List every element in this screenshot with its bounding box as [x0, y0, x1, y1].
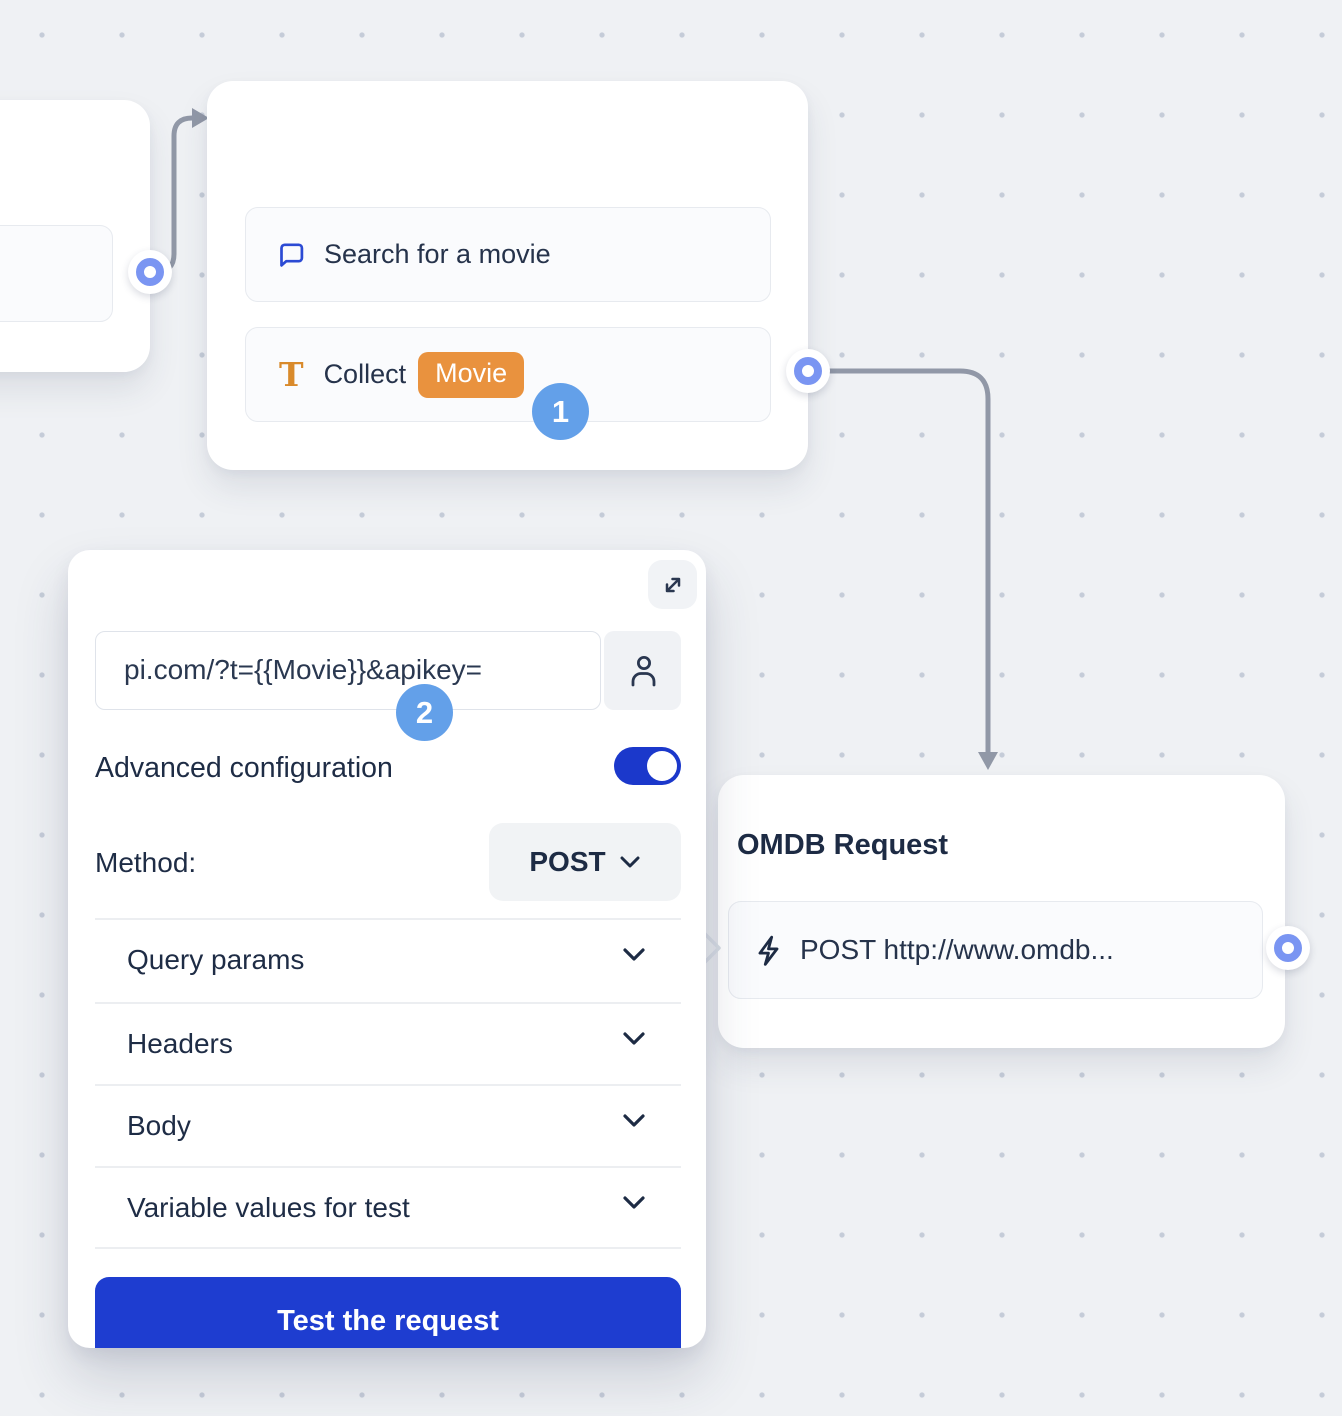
section-label: Body — [127, 1106, 191, 1146]
divider — [95, 1247, 681, 1249]
section-variable-values[interactable]: Variable values for test — [95, 1167, 681, 1249]
omdb-node-output-port[interactable] — [1266, 926, 1310, 970]
user-variable-button[interactable] — [604, 631, 681, 710]
text-input-icon: T — [279, 355, 304, 394]
previous-node-item[interactable] — [0, 225, 113, 322]
section-query-params[interactable]: Query params — [95, 919, 681, 1001]
connector-movie-to-omdb — [826, 371, 988, 753]
advanced-config-label: Advanced configuration — [95, 748, 393, 788]
message-block[interactable]: Search for a movie — [245, 207, 771, 302]
node-title: OMDB Request — [737, 825, 948, 865]
port-ring-icon — [136, 258, 164, 286]
section-label: Query params — [127, 940, 304, 980]
section-label: Variable values for test — [127, 1188, 410, 1228]
previous-node-output-port[interactable] — [128, 250, 172, 294]
step-badge-1: 1 — [532, 383, 589, 440]
variable-badge[interactable]: Movie — [418, 352, 524, 398]
movie-node-output-port[interactable] — [786, 349, 830, 393]
section-headers[interactable]: Headers — [95, 1003, 681, 1085]
chevron-down-icon — [621, 1030, 647, 1047]
chevron-down-icon — [619, 855, 641, 869]
expand-icon — [659, 571, 687, 599]
toggle-knob — [647, 751, 677, 781]
collect-block[interactable]: T Collect Movie — [245, 327, 771, 422]
webhook-block-label: POST http://www.omdb... — [800, 934, 1114, 966]
section-body[interactable]: Body — [95, 1085, 681, 1167]
url-input[interactable]: pi.com/?t={{Movie}}&apikey= — [95, 631, 601, 710]
connector-left-to-movie — [150, 118, 195, 272]
person-icon — [627, 654, 658, 687]
message-block-label: Search for a movie — [324, 239, 551, 270]
chat-bubble-icon — [277, 241, 306, 268]
chevron-down-icon — [621, 1194, 647, 1211]
chevron-down-icon — [621, 1112, 647, 1129]
step-badge-2: 2 — [396, 684, 453, 741]
omdb-request-node[interactable]: OMDB Request POST http://www.omdb... — [718, 775, 1285, 1048]
test-request-button[interactable]: Test the request — [95, 1277, 681, 1348]
port-ring-icon — [1274, 934, 1302, 962]
flow-canvas[interactable]: Movie search Search for a movie T Collec… — [0, 0, 1342, 1416]
collect-block-label: Collect — [324, 359, 407, 390]
advanced-config-toggle[interactable] — [614, 747, 681, 785]
section-label: Headers — [127, 1024, 233, 1064]
arrowhead-down-icon — [978, 752, 998, 770]
chevron-down-icon — [621, 946, 647, 963]
movie-search-node[interactable]: Movie search Search for a movie T Collec… — [207, 81, 808, 470]
expand-button[interactable] — [648, 560, 697, 609]
method-value: POST — [529, 846, 605, 878]
method-dropdown[interactable]: POST — [489, 823, 681, 901]
webhook-config-panel[interactable]: pi.com/?t={{Movie}}&apikey= Advanced con… — [68, 550, 706, 1348]
lightning-icon — [755, 935, 783, 966]
port-ring-icon — [794, 357, 822, 385]
method-label: Method: — [95, 843, 196, 883]
webhook-block[interactable]: POST http://www.omdb... — [728, 901, 1263, 999]
